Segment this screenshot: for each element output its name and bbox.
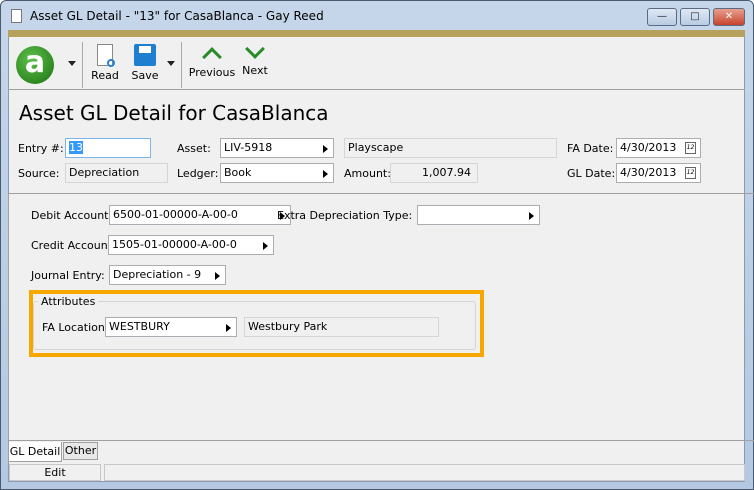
debit-account-lookup[interactable]: 6500-01-00000-A-00-0 [109, 205, 291, 225]
credit-account-value: 1505-01-00000-A-00-0 [112, 238, 237, 251]
tab-gl-detail[interactable]: GL Detail [8, 442, 62, 462]
amount-label: Amount: [344, 167, 391, 180]
journal-entry-value: Depreciation - 9 [113, 268, 202, 281]
fa-location-value: WESTBURY [109, 320, 170, 333]
document-icon [11, 9, 22, 23]
journal-entry-lookup[interactable]: Depreciation - 9 [109, 265, 226, 285]
toolbar-separator [82, 42, 83, 88]
lookup-arrow-icon[interactable] [529, 212, 534, 220]
entry-input[interactable]: 13 [65, 138, 151, 158]
source-field: Depreciation [65, 163, 168, 183]
ledger-value: Book [224, 166, 252, 179]
maximize-button[interactable]: □ [680, 8, 710, 26]
calendar-icon[interactable]: 12 [685, 167, 696, 179]
accent-bar [8, 30, 745, 37]
debit-account-label: Debit Account: [31, 209, 113, 222]
ledger-label: Ledger: [177, 167, 219, 180]
entry-label: Entry #: [18, 142, 64, 155]
credit-account-label: Credit Account: [31, 239, 116, 252]
next-button[interactable]: Next [238, 39, 272, 77]
gl-date-input[interactable]: 4/30/2013 12 [616, 163, 701, 183]
save-icon [134, 44, 156, 66]
status-message [104, 464, 745, 481]
ledger-lookup[interactable]: Book [220, 163, 334, 183]
lookup-arrow-icon[interactable] [263, 242, 268, 250]
read-button[interactable]: Read [88, 44, 122, 82]
logo-letter: a [24, 45, 46, 80]
gl-date-value: 4/30/2013 [620, 166, 677, 179]
amount-field: 1,007.94 [390, 163, 478, 183]
close-button[interactable]: ✕ [713, 8, 745, 26]
fa-date-value: 4/30/2013 [620, 141, 677, 154]
gl-date-label: GL Date: [567, 167, 616, 180]
save-label: Save [131, 69, 159, 82]
extra-depreciation-label: Extra Depreciation Type: [277, 209, 413, 222]
fa-date-input[interactable]: 4/30/2013 12 [616, 138, 701, 158]
fa-location-description: Westbury Park [244, 317, 439, 337]
debit-account-value: 6500-01-00000-A-00-0 [113, 208, 238, 221]
next-label: Next [242, 64, 268, 77]
lookup-arrow-icon[interactable] [226, 324, 231, 332]
extra-depreciation-lookup[interactable] [417, 205, 540, 225]
chevron-up-icon [202, 47, 222, 67]
fa-location-label: FA Location: [42, 321, 109, 334]
toolbar-divider [8, 89, 745, 90]
asset-label: Asset: [177, 142, 211, 155]
toolbar-separator [181, 42, 182, 88]
fa-date-label: FA Date: [567, 142, 614, 155]
credit-account-lookup[interactable]: 1505-01-00000-A-00-0 [108, 235, 274, 255]
asset-lookup[interactable]: LIV-5918 [220, 138, 334, 158]
journal-entry-label: Journal Entry: [31, 269, 105, 282]
asset-description: Playscape [344, 138, 557, 158]
read-label: Read [91, 69, 119, 82]
lookup-arrow-icon[interactable] [323, 145, 328, 153]
fa-location-lookup[interactable]: WESTBURY [105, 317, 237, 337]
attributes-legend: Attributes [38, 295, 99, 308]
tab-other[interactable]: Other [63, 442, 98, 460]
page-title: Asset GL Detail for CasaBlanca [19, 101, 329, 125]
source-label: Source: [18, 167, 60, 180]
app-menu-dropdown-icon[interactable] [68, 61, 76, 66]
minimize-button[interactable]: — [647, 8, 677, 26]
save-button[interactable]: Save [128, 44, 162, 82]
previous-label: Previous [188, 66, 236, 79]
window-title: Asset GL Detail - "13" for CasaBlanca - … [30, 9, 324, 23]
previous-button[interactable]: Previous [188, 44, 236, 79]
save-dropdown-icon[interactable] [167, 61, 175, 66]
entry-value: 13 [69, 141, 83, 154]
lookup-arrow-icon[interactable] [323, 170, 328, 178]
calendar-icon[interactable]: 12 [685, 142, 696, 154]
app-logo-button[interactable]: a [16, 46, 54, 84]
asset-value: LIV-5918 [224, 141, 273, 154]
status-mode: Edit [9, 464, 101, 481]
read-icon [97, 44, 115, 67]
lookup-arrow-icon[interactable] [215, 272, 220, 280]
